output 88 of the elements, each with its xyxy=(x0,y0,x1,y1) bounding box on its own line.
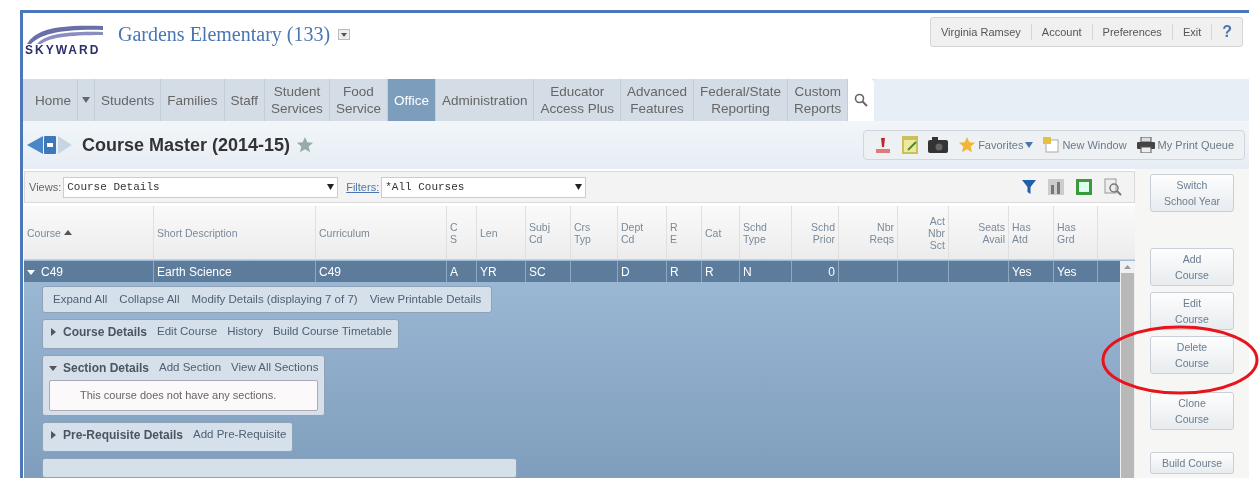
side-button[interactable]: Delete Course xyxy=(1150,336,1234,374)
panel-link[interactable]: Edit Course xyxy=(157,323,218,341)
table-cell-text: SC xyxy=(529,263,546,281)
logo-text: SKYWARD xyxy=(25,44,101,56)
back-arrow-icon[interactable] xyxy=(27,136,43,154)
account-link[interactable]: Exit xyxy=(1172,23,1213,41)
side-button[interactable]: Build Course xyxy=(1150,452,1234,474)
column-header[interactable]: Short Description xyxy=(154,206,316,259)
expand-toggle-icon[interactable] xyxy=(49,430,57,439)
account-link[interactable]: Account xyxy=(1031,23,1093,41)
column-header[interactable]: Dept Cd xyxy=(618,206,667,259)
notepad-icon[interactable] xyxy=(902,136,919,154)
account-link[interactable]: Preferences xyxy=(1092,23,1173,41)
filters-link[interactable]: Filters: xyxy=(346,178,380,196)
details-action-link[interactable]: View Printable Details xyxy=(369,290,482,309)
column-header[interactable]: Crs Typ xyxy=(571,206,618,259)
sort-ascending-icon[interactable] xyxy=(63,230,72,235)
panel-link[interactable]: History xyxy=(227,323,263,341)
new-window-link[interactable]: New Window xyxy=(1062,136,1127,154)
alert-icon[interactable] xyxy=(874,136,893,154)
side-button[interactable]: Clone Course xyxy=(1150,392,1234,430)
column-header[interactable]: Cat xyxy=(702,206,740,259)
camera-icon[interactable] xyxy=(928,137,949,153)
expand-toggle-icon[interactable] xyxy=(49,364,57,372)
column-header[interactable]: Act Nbr Sct xyxy=(898,206,949,259)
nav-tab[interactable]: Office xyxy=(387,79,436,121)
panel-link[interactable]: View All Sections xyxy=(231,359,319,377)
table-cell-text: YR xyxy=(480,263,497,281)
table-cell-text: Earth Science xyxy=(157,263,232,281)
table-cell-text: R xyxy=(705,263,714,281)
column-header[interactable]: R E xyxy=(667,206,702,259)
dropdown-icon[interactable] xyxy=(338,28,351,40)
details-action-link[interactable]: Collapse All xyxy=(119,290,180,309)
details-action-link[interactable]: Modify Details (displaying 7 of 7) xyxy=(191,290,358,309)
page-title: Course Master (2014-15) xyxy=(82,133,291,157)
views-label: Views: xyxy=(29,179,62,195)
scrollbar-thumb[interactable] xyxy=(1121,273,1134,478)
table-cell-text: Yes xyxy=(1057,263,1077,281)
side-button[interactable]: Switch School Year xyxy=(1150,174,1234,212)
printer-icon[interactable] xyxy=(1136,137,1155,153)
column-header[interactable]: C S xyxy=(447,206,477,259)
filter-icon[interactable] xyxy=(1022,180,1036,194)
print-preview-icon[interactable] xyxy=(1104,178,1122,196)
table-cell-text: 0 xyxy=(828,263,835,281)
column-header[interactable]: Subj Cd xyxy=(526,206,571,259)
help-link[interactable]: ? xyxy=(1212,20,1242,44)
star-icon[interactable] xyxy=(296,136,315,154)
details-action-link[interactable]: Expand All xyxy=(53,290,108,309)
table-cell-text: A xyxy=(450,263,458,281)
empty-message: This course does not have any sections. xyxy=(49,380,319,411)
caret-icon[interactable] xyxy=(575,184,583,190)
spreadsheet-icon[interactable] xyxy=(1076,179,1092,195)
user-name-link[interactable]: Virginia Ramsey xyxy=(930,23,1032,41)
table-cell-text: D xyxy=(621,263,630,281)
table-cell-text: C49 xyxy=(319,263,341,281)
caret-icon[interactable] xyxy=(327,184,335,190)
expand-toggle-icon[interactable] xyxy=(27,267,35,276)
favorites-menu[interactable]: Favorites xyxy=(978,136,1024,154)
panel-title[interactable]: Section Details xyxy=(63,359,150,377)
table-cell-text: Yes xyxy=(1012,263,1032,281)
star-icon[interactable] xyxy=(958,136,977,154)
filters-dropdown[interactable]: *All Courses xyxy=(381,176,587,198)
views-dropdown[interactable]: Course Details xyxy=(63,176,339,198)
column-header[interactable]: Has Atd xyxy=(1009,206,1054,259)
side-button[interactable]: Add Course xyxy=(1150,248,1234,286)
side-button[interactable]: Edit Course xyxy=(1150,292,1234,330)
print-queue-link[interactable]: My Print Queue xyxy=(1157,136,1234,154)
table-cell-text: C49 xyxy=(41,263,63,281)
bar-chart-icon[interactable] xyxy=(1048,179,1064,195)
panel-title[interactable]: Pre-Requisite Details xyxy=(63,425,184,444)
column-header[interactable]: Seats Avail xyxy=(949,206,1009,259)
column-header[interactable]: Has Grd xyxy=(1054,206,1098,259)
school-name: Gardens Elementary (133) xyxy=(118,22,331,48)
search-icon[interactable] xyxy=(854,93,869,107)
expand-toggle-icon[interactable] xyxy=(49,328,57,336)
table-cell-text: N xyxy=(743,263,752,281)
panel-link[interactable]: Add Section xyxy=(159,359,222,377)
column-header[interactable]: Course xyxy=(24,206,154,259)
document-icon[interactable] xyxy=(44,136,56,154)
panel-link[interactable]: Build Course Timetable xyxy=(272,323,392,341)
column-header[interactable]: Schd Prior xyxy=(792,206,839,259)
table-cell-text: R xyxy=(670,263,679,281)
column-header[interactable]: Nbr Reqs xyxy=(839,206,898,259)
panel-title[interactable]: Course Details xyxy=(63,323,148,341)
column-header[interactable]: Schd Type xyxy=(740,206,792,259)
column-header[interactable]: Curriculum xyxy=(316,206,447,259)
panel-link[interactable]: Add Pre-Requisite xyxy=(193,425,287,444)
column-header[interactable]: Len xyxy=(477,206,526,259)
